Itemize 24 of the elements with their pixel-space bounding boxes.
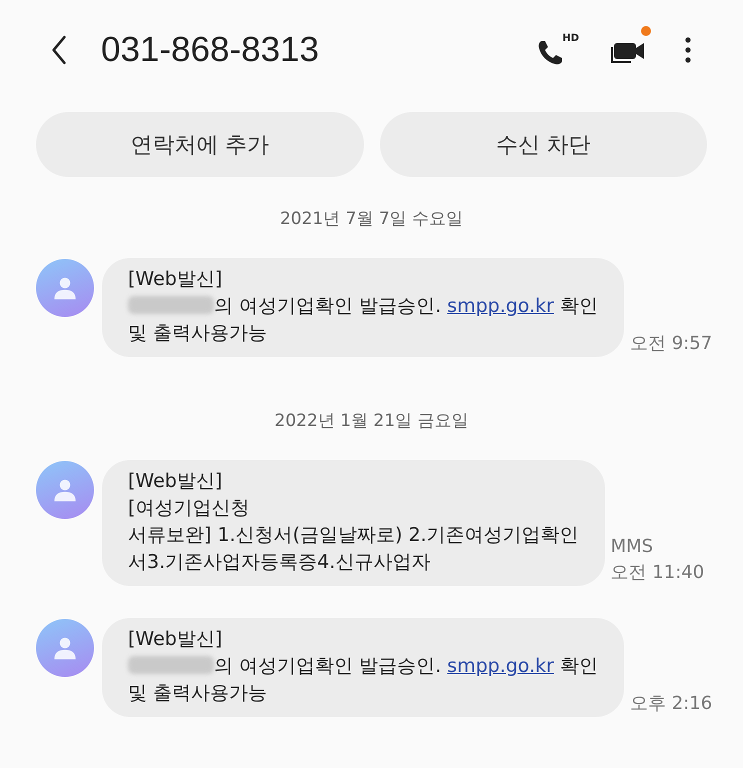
contact-number: 031-868-8313 <box>101 30 319 70</box>
action-button[interactable]: 수신 차단 <box>380 112 707 177</box>
message-text: [Web발신] <box>128 469 224 494</box>
more-options-icon[interactable] <box>685 36 691 64</box>
message-text: 의 여성기업확인 발급승인. smpp.go.kr 확인 <box>128 293 598 320</box>
message-text: [Web발신] <box>128 267 224 292</box>
message-time: 오전 9:57 <box>630 332 712 356</box>
message-time: 오전 11:40 <box>610 561 704 585</box>
date-divider: 2021년 7월 7일 수요일 <box>278 208 464 230</box>
message-type-label: MMS <box>610 535 654 559</box>
message-text: [Web발신] <box>128 627 224 652</box>
message-text: 서3.기존사업자등록증4.신규사업자 <box>128 550 432 575</box>
message-text: 및 출력사용가능 <box>128 681 268 706</box>
call-quality-label: HD <box>562 33 579 44</box>
message-text: 서류보완] 1.신청서(금일날짜로) 2.기존여성기업확인 <box>128 523 579 548</box>
back-icon[interactable] <box>50 35 68 65</box>
web-link[interactable]: smpp.go.kr <box>447 295 554 317</box>
message-text: 및 출력사용가능 <box>128 321 268 346</box>
message-text: [여성기업신청 <box>128 496 250 521</box>
web-link[interactable]: smpp.go.kr <box>447 655 554 677</box>
date-divider: 2022년 1월 21일 금요일 <box>274 410 470 432</box>
action-button[interactable]: 연락처에 추가 <box>36 112 364 177</box>
message-text: 의 여성기업확인 발급승인. smpp.go.kr 확인 <box>128 653 598 680</box>
message-time: 오후 2:16 <box>630 692 712 716</box>
